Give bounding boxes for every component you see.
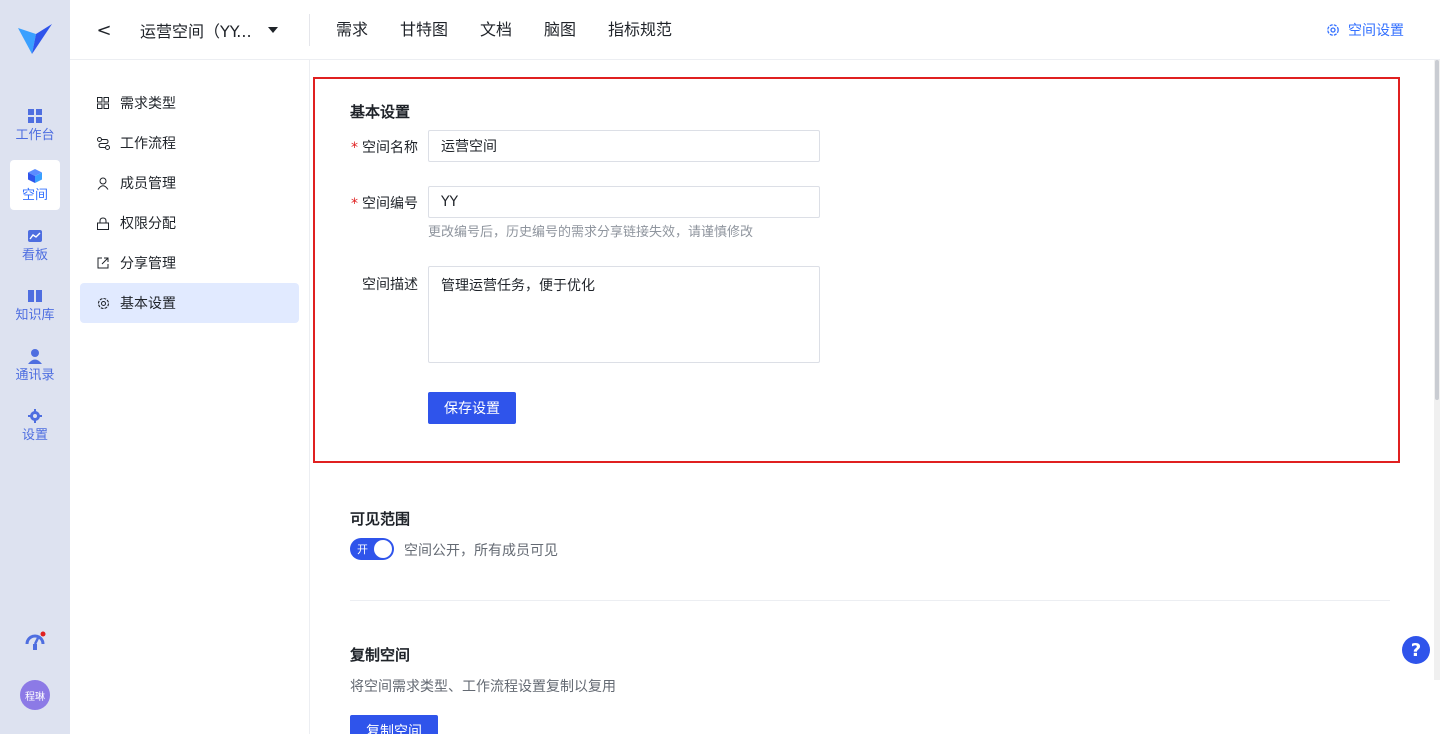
header-divider <box>309 14 310 46</box>
app-rail: 工作台 空间 看板 知识库 通讯录 设置 程琳 <box>0 0 70 734</box>
copy-space-button[interactable]: 复制空间 <box>350 715 438 734</box>
space-name: 运营空间（YY... <box>140 22 252 41</box>
tab-requirements[interactable]: 需求 <box>336 18 368 42</box>
nav-item-permissions[interactable]: 权限分配 <box>80 203 299 243</box>
visibility-title: 可见范围 <box>350 510 411 528</box>
nav-item-requirement-types[interactable]: 需求类型 <box>80 83 299 123</box>
space-name-label: * 空间名称 <box>351 140 418 156</box>
gear-icon <box>1327 24 1339 36</box>
copy-space-desc: 将空间需求类型、工作流程设置复制以复用 <box>350 679 616 695</box>
user-icon <box>96 176 110 190</box>
chart-icon <box>27 228 43 244</box>
rail-item-contacts[interactable]: 通讯录 <box>10 340 60 390</box>
help-button[interactable]: ? <box>1402 636 1430 664</box>
rail-item-workbench[interactable]: 工作台 <box>10 100 60 150</box>
flow-icon <box>96 136 110 150</box>
rail-item-board[interactable]: 看板 <box>10 220 60 270</box>
toggle-text: 开 <box>357 543 368 556</box>
space-desc-textarea[interactable]: 管理运营任务，便于优化 <box>428 266 820 363</box>
caret-down-icon <box>267 27 278 33</box>
nav-item-label: 成员管理 <box>120 176 176 192</box>
contacts-icon <box>27 348 43 364</box>
rail-item-settings[interactable]: 设置 <box>10 400 60 450</box>
rail-item-space[interactable]: 空间 <box>10 160 60 210</box>
space-code-label: * 空间编号 <box>351 196 418 212</box>
required-mark: * <box>351 196 358 212</box>
basic-settings-title: 基本设置 <box>350 103 411 121</box>
space-code-input[interactable] <box>428 186 820 218</box>
visibility-toggle[interactable]: 开 <box>350 538 394 560</box>
nav-item-workflow[interactable]: 工作流程 <box>80 123 299 163</box>
space-settings-label: 空间设置 <box>1348 23 1404 39</box>
settings-nav: 需求类型 工作流程 成员管理 权限分配 分享管理 基本设置 <box>70 60 310 734</box>
tab-gantt[interactable]: 甘特图 <box>400 18 448 42</box>
rail-item-label: 工作台 <box>15 127 55 143</box>
rail-item-label: 通讯录 <box>15 367 55 383</box>
back-button[interactable]: < <box>94 18 114 42</box>
rail-item-label: 知识库 <box>15 307 55 323</box>
grid-icon <box>96 96 110 110</box>
rail-item-label: 看板 <box>21 247 48 263</box>
rail-item-knowledge[interactable]: 知识库 <box>10 280 60 330</box>
chevron-left-icon: < <box>96 19 112 41</box>
nav-item-label: 权限分配 <box>120 216 176 232</box>
space-name-input[interactable] <box>428 130 820 162</box>
rail-item-label: 设置 <box>21 427 48 443</box>
visibility-desc: 空间公开，所有成员可见 <box>404 543 558 559</box>
gear-icon <box>27 408 43 424</box>
tab-mindmap[interactable]: 脑图 <box>544 18 576 42</box>
share-icon <box>96 256 110 270</box>
space-settings-link[interactable]: 空间设置 <box>1326 20 1404 40</box>
toggle-knob <box>374 540 392 558</box>
book-icon <box>27 288 43 304</box>
nav-item-label: 工作流程 <box>120 136 176 152</box>
avatar[interactable]: 程琳 <box>20 680 50 710</box>
tab-metrics[interactable]: 指标规范 <box>608 18 672 42</box>
gear-icon <box>96 296 110 310</box>
lock-icon <box>96 216 110 230</box>
copy-space-title: 复制空间 <box>350 646 411 664</box>
top-header: < 运营空间（YY... 需求 甘特图 文档 脑图 指标规范 空间设置 <box>70 0 1440 60</box>
app-logo-icon[interactable] <box>16 22 54 56</box>
dashboard-icon <box>27 108 43 124</box>
required-mark: * <box>351 140 358 156</box>
space-selector[interactable]: 运营空间（YY... <box>140 18 278 42</box>
notification-icon[interactable] <box>24 630 46 652</box>
save-settings-button[interactable]: 保存设置 <box>428 392 516 424</box>
section-divider <box>350 600 1390 601</box>
nav-item-label: 需求类型 <box>120 96 176 112</box>
space-desc-label: 空间描述 <box>362 277 418 293</box>
nav-item-members[interactable]: 成员管理 <box>80 163 299 203</box>
nav-item-basic-settings[interactable]: 基本设置 <box>80 283 299 323</box>
nav-item-label: 分享管理 <box>120 256 176 272</box>
tab-docs[interactable]: 文档 <box>480 18 512 42</box>
cube-icon <box>27 168 43 184</box>
nav-item-sharing[interactable]: 分享管理 <box>80 243 299 283</box>
scrollbar-thumb[interactable] <box>1435 60 1439 400</box>
rail-item-label: 空间 <box>21 187 48 203</box>
space-code-hint: 更改编号后，历史编号的需求分享链接失效，请谨慎修改 <box>428 225 754 240</box>
nav-item-label: 基本设置 <box>120 296 176 312</box>
settings-content: 基本设置 *空间名称 *空间编号 更改编号后，历史编号的需求分享链接失效，请谨慎… <box>311 60 1440 734</box>
